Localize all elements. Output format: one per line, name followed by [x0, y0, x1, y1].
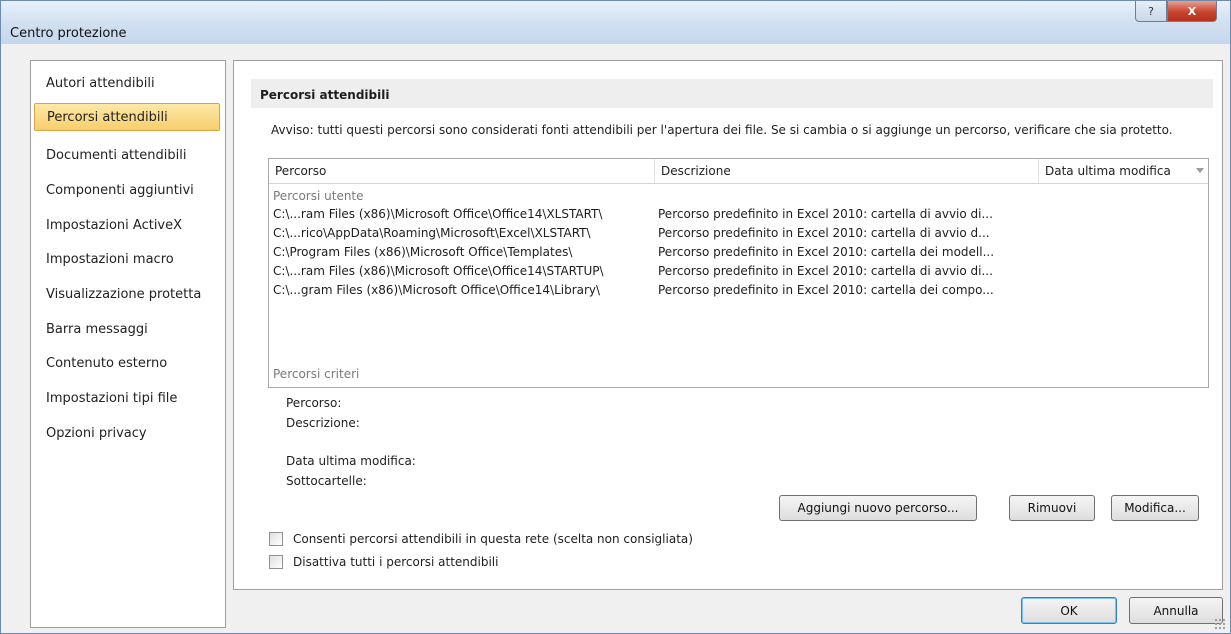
- table-row[interactable]: C:\...ram Files (x86)\Microsoft Office\O…: [269, 205, 1208, 224]
- remove-button[interactable]: Rimuovi: [1009, 495, 1095, 521]
- window-title: Centro protezione: [10, 26, 127, 41]
- close-button[interactable]: X: [1167, 1, 1217, 22]
- allow-network-label[interactable]: Consenti percorsi attendibili in questa …: [293, 532, 693, 546]
- nav-item-impostazioni-tipi-file[interactable]: Impostazioni tipi file: [34, 384, 220, 412]
- disable-all-label[interactable]: Disattiva tutti i percorsi attendibili: [293, 555, 498, 569]
- title-bar[interactable]: Centro protezione ? X: [1, 1, 1230, 44]
- allow-network-checkbox[interactable]: [269, 532, 283, 546]
- group-label-percorsi-utente: Percorsi utente: [273, 189, 364, 203]
- table-row[interactable]: C:\...gram Files (x86)\Microsoft Office\…: [269, 281, 1208, 300]
- cancel-button[interactable]: Annulla: [1129, 597, 1223, 624]
- modify-button[interactable]: Modifica...: [1111, 495, 1199, 521]
- row-description: Percorso predefinito in Excel 2010: cart…: [658, 245, 995, 259]
- table-row[interactable]: C:\...ram Files (x86)\Microsoft Office\O…: [269, 262, 1208, 281]
- allow-network-locations-option[interactable]: Consenti percorsi attendibili in questa …: [269, 532, 693, 546]
- row-path: C:\...gram Files (x86)\Microsoft Office\…: [273, 283, 601, 297]
- trusted-locations-list[interactable]: Percorso Descrizione Data ultima modific…: [268, 158, 1209, 388]
- nav-item-autori-attendibili[interactable]: Autori attendibili: [34, 69, 220, 97]
- group-label-percorsi-criteri: Percorsi criteri: [273, 367, 360, 381]
- description-label: Descrizione:: [286, 416, 360, 430]
- nav-item-impostazioni-activex[interactable]: Impostazioni ActiveX: [34, 211, 220, 239]
- table-row[interactable]: C:\Program Files (x86)\Microsoft Office\…: [269, 243, 1208, 262]
- disable-all-checkbox[interactable]: [269, 555, 283, 569]
- row-path: C:\...ram Files (x86)\Microsoft Office\O…: [273, 207, 603, 221]
- row-path: C:\...ram Files (x86)\Microsoft Office\O…: [273, 264, 604, 278]
- category-list: Autori attendibili Percorsi attendibili …: [30, 60, 226, 628]
- column-header-percorso[interactable]: Percorso: [269, 159, 655, 183]
- add-new-location-button[interactable]: Aggiungi nuovo percorso...: [779, 495, 977, 521]
- table-row[interactable]: C:\...rico\AppData\Roaming\Microsoft\Exc…: [269, 224, 1208, 243]
- disable-all-locations-option[interactable]: Disattiva tutti i percorsi attendibili: [269, 555, 498, 569]
- column-header-descrizione[interactable]: Descrizione: [655, 159, 1039, 183]
- nav-item-opzioni-privacy[interactable]: Opzioni privacy: [34, 419, 220, 447]
- section-header: Percorsi attendibili: [251, 79, 1213, 108]
- row-description: Percorso predefinito in Excel 2010: cart…: [658, 207, 993, 221]
- sort-arrow-icon: [1196, 168, 1204, 173]
- row-description: Percorso predefinito in Excel 2010: cart…: [658, 264, 993, 278]
- help-button[interactable]: ?: [1135, 1, 1167, 22]
- trust-center-dialog: Centro protezione ? X Autori attendibili…: [0, 0, 1231, 634]
- nav-item-impostazioni-macro[interactable]: Impostazioni macro: [34, 245, 220, 273]
- row-path: C:\...rico\AppData\Roaming\Microsoft\Exc…: [273, 226, 591, 240]
- nav-item-componenti-aggiuntivi[interactable]: Componenti aggiuntivi: [34, 176, 220, 204]
- ok-button[interactable]: OK: [1021, 597, 1117, 624]
- content-pane: Percorsi attendibili Avviso: tutti quest…: [233, 60, 1223, 590]
- warning-text: Avviso: tutti questi percorsi sono consi…: [271, 123, 1173, 137]
- resize-grip-icon[interactable]: [1214, 618, 1226, 630]
- subfolders-label: Sottocartelle:: [286, 474, 367, 488]
- nav-item-barra-messaggi[interactable]: Barra messaggi: [34, 315, 220, 343]
- nav-item-contenuto-esterno[interactable]: Contenuto esterno: [34, 349, 220, 377]
- path-label: Percorso:: [286, 396, 342, 410]
- row-description: Percorso predefinito in Excel 2010: cart…: [658, 226, 990, 240]
- column-header-data-ultima-modifica[interactable]: Data ultima modifica: [1039, 159, 1208, 183]
- nav-item-percorsi-attendibili[interactable]: Percorsi attendibili: [34, 103, 220, 131]
- nav-item-visualizzazione-protetta[interactable]: Visualizzazione protetta: [34, 280, 220, 308]
- nav-item-documenti-attendibili[interactable]: Documenti attendibili: [34, 141, 220, 169]
- row-path: C:\Program Files (x86)\Microsoft Office\…: [273, 245, 573, 259]
- date-modified-label: Data ultima modifica:: [286, 454, 416, 468]
- list-header: Percorso Descrizione Data ultima modific…: [269, 159, 1208, 184]
- row-description: Percorso predefinito in Excel 2010: cart…: [658, 283, 994, 297]
